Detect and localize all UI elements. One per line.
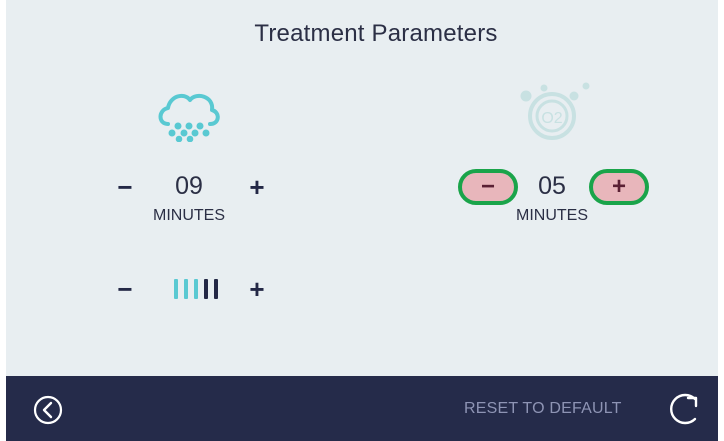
left-time-value: 09 bbox=[175, 172, 203, 200]
left-time-increase-button[interactable]: + bbox=[242, 172, 272, 202]
intensity-bar bbox=[204, 279, 208, 299]
intensity-bar bbox=[194, 279, 198, 299]
intensity-bar bbox=[174, 279, 178, 299]
intensity-increase-button[interactable]: + bbox=[242, 274, 272, 304]
left-time-unit: MINUTES bbox=[153, 207, 225, 224]
intensity-decrease-button[interactable]: − bbox=[110, 274, 140, 304]
right-time-increase-button[interactable]: + bbox=[589, 169, 649, 205]
right-time-value: 05 bbox=[538, 172, 566, 200]
intensity-bars-icon bbox=[174, 279, 218, 299]
oxygen-o2-icon: O2 bbox=[520, 82, 590, 140]
refresh-icon[interactable] bbox=[666, 388, 706, 430]
treatment-screen: Treatment Parameters O2 − 09 + MINUTES −… bbox=[6, 0, 718, 376]
o2-label: O2 bbox=[541, 110, 562, 127]
right-time-unit: MINUTES bbox=[516, 207, 588, 224]
right-time-decrease-button[interactable]: − bbox=[458, 169, 518, 205]
back-icon[interactable] bbox=[32, 394, 64, 426]
reset-to-default-button[interactable]: RESET TO DEFAULT bbox=[464, 400, 622, 418]
left-time-decrease-button[interactable]: − bbox=[110, 172, 140, 202]
intensity-bar bbox=[184, 279, 188, 299]
footer-bar: RESET TO DEFAULT bbox=[6, 376, 718, 441]
cloud-mist-icon bbox=[158, 93, 220, 142]
page-title: Treatment Parameters bbox=[254, 20, 498, 47]
intensity-bar bbox=[214, 279, 218, 299]
